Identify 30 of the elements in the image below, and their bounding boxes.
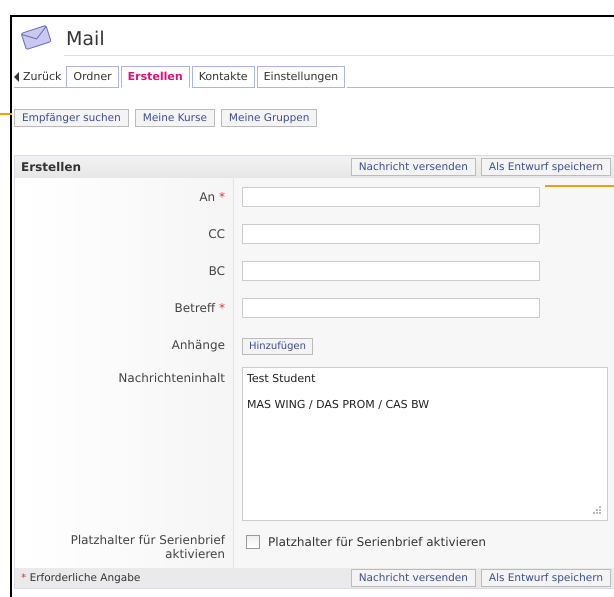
panel-title: Erstellen: [21, 160, 82, 174]
toolbar-button[interactable]: Meine Kurse: [134, 109, 215, 127]
tab[interactable]: Erstellen: [120, 66, 190, 88]
checkbox-label: Platzhalter für Serienbrief aktivieren: [268, 535, 486, 549]
input-field[interactable]: [242, 260, 540, 280]
action-button[interactable]: Als Entwurf speichern: [480, 569, 611, 587]
field-label: CC: [208, 227, 225, 241]
action-button[interactable]: Nachricht versenden: [350, 158, 476, 176]
field-label: Platzhalter für Serienbrief aktivieren: [70, 533, 225, 561]
message-textarea[interactable]: Test Student MAS WING / DAS PROM / CAS BW: [242, 367, 608, 521]
field-label: Anhänge: [172, 338, 225, 352]
input-field[interactable]: [242, 186, 540, 206]
toolbar-button[interactable]: Meine Gruppen: [220, 109, 318, 127]
field-label: BC: [208, 264, 225, 278]
tab[interactable]: Ordner: [66, 66, 119, 88]
action-button[interactable]: Als Entwurf speichern: [480, 158, 611, 176]
checkbox[interactable]: [246, 535, 260, 549]
required-note: * Erforderliche Angabe: [21, 572, 140, 584]
toolbar-button[interactable]: Empfänger suchen: [14, 109, 129, 127]
field-label: Betreff *: [174, 301, 225, 315]
tab[interactable]: Kontakte: [192, 66, 255, 88]
input-field[interactable]: [242, 298, 540, 318]
field-label: An *: [199, 190, 225, 204]
field-label: Nachrichteninhalt: [118, 371, 225, 385]
add-button[interactable]: Hinzufügen: [242, 338, 313, 355]
window-title: Mail: [64, 24, 614, 56]
tab[interactable]: Einstellungen: [256, 66, 346, 88]
input-field[interactable]: [242, 224, 540, 244]
resize-grip-icon: [592, 505, 601, 514]
action-button[interactable]: Nachricht versenden: [350, 569, 476, 587]
